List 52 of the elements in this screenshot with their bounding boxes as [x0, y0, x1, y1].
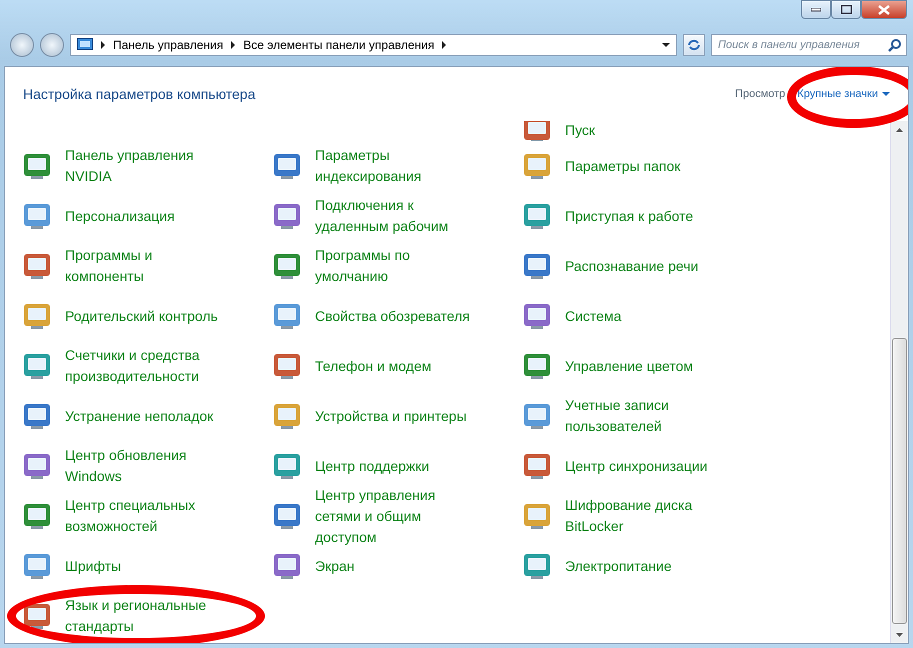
- control-panel-link[interactable]: Устройства и принтеры: [315, 406, 475, 426]
- control-panel-link[interactable]: Экран: [315, 556, 475, 576]
- monitor-icon: [77, 38, 93, 52]
- control-panel-link[interactable]: Параметры индексирования: [315, 145, 475, 187]
- close-button[interactable]: [861, 0, 907, 19]
- control-panel-link[interactable]: Телефон и модем: [315, 356, 475, 376]
- control-panel-link[interactable]: Приступая к работе: [565, 206, 725, 226]
- control-panel-link[interactable]: Центр специальных возможностей: [65, 495, 225, 537]
- search-icon: [888, 38, 902, 52]
- control-panel-link[interactable]: Язык и региональные стандарты: [65, 595, 225, 637]
- minimize-button[interactable]: [801, 0, 831, 19]
- control-panel-link[interactable]: Электропитание: [565, 556, 725, 576]
- control-panel-link[interactable]: Управление цветом: [565, 356, 725, 376]
- control-panel-link[interactable]: Панель управления NVIDIA: [65, 145, 225, 187]
- control-panel-link[interactable]: Программы по умолчанию: [315, 245, 475, 287]
- page-title: Настройка параметров компьютера: [23, 86, 256, 102]
- address-bar[interactable]: Панель управления Все элементы панели управления: [70, 34, 677, 56]
- maximize-button[interactable]: [831, 0, 861, 19]
- control-panel-link[interactable]: Персонализация: [65, 206, 225, 226]
- refresh-button[interactable]: [683, 34, 705, 56]
- minimize-icon: [811, 8, 821, 12]
- control-panel-link[interactable]: Родительский контроль: [65, 306, 225, 326]
- control-panel-link[interactable]: Шифрование диска BitLocker: [565, 495, 725, 537]
- view-dropdown[interactable]: Крупные значки: [797, 88, 890, 100]
- control-panel-link[interactable]: Распознавание речи: [565, 256, 725, 276]
- scrollbar[interactable]: [890, 121, 908, 643]
- maximize-icon: [840, 5, 852, 14]
- scroll-down-icon[interactable]: [896, 632, 903, 636]
- forward-button[interactable]: [40, 33, 64, 57]
- scroll-up-icon[interactable]: [896, 128, 903, 132]
- view-label: Просмотр: [735, 88, 786, 100]
- dropdown-arrow-icon[interactable]: [662, 43, 670, 47]
- close-icon: [878, 4, 890, 14]
- search-field[interactable]: Поиск в панели управления: [711, 34, 907, 56]
- refresh-icon: [687, 39, 701, 51]
- control-panel-link[interactable]: Шрифты: [65, 556, 225, 576]
- control-panel-link[interactable]: Пуск: [565, 121, 725, 140]
- control-panel-link[interactable]: Программы и компоненты: [65, 245, 225, 287]
- breadcrumb[interactable]: Панель управления: [113, 38, 224, 52]
- control-panel-link[interactable]: Центр обновления Windows: [65, 445, 225, 487]
- breadcrumb[interactable]: Все элементы панели управления: [243, 38, 434, 52]
- control-panel-link[interactable]: Параметры папок: [565, 156, 725, 176]
- control-panel-link[interactable]: Свойства обозревателя: [315, 306, 475, 326]
- control-panel-link[interactable]: Центр поддержки: [315, 456, 475, 476]
- control-panel-link[interactable]: Учетные записи пользователей: [565, 395, 725, 437]
- control-panel-link[interactable]: Устранение неполадок: [65, 406, 225, 426]
- control-panel-link[interactable]: Центр синхронизации: [565, 456, 725, 476]
- back-button[interactable]: [10, 33, 34, 57]
- control-panel-link[interactable]: Счетчики и средства производительности: [65, 345, 225, 387]
- control-panel-link[interactable]: Система: [565, 306, 725, 326]
- control-panel-link[interactable]: Центр управления сетями и общим доступом: [315, 484, 475, 548]
- control-panel-link[interactable]: Подключения к удаленным рабочим: [315, 195, 475, 237]
